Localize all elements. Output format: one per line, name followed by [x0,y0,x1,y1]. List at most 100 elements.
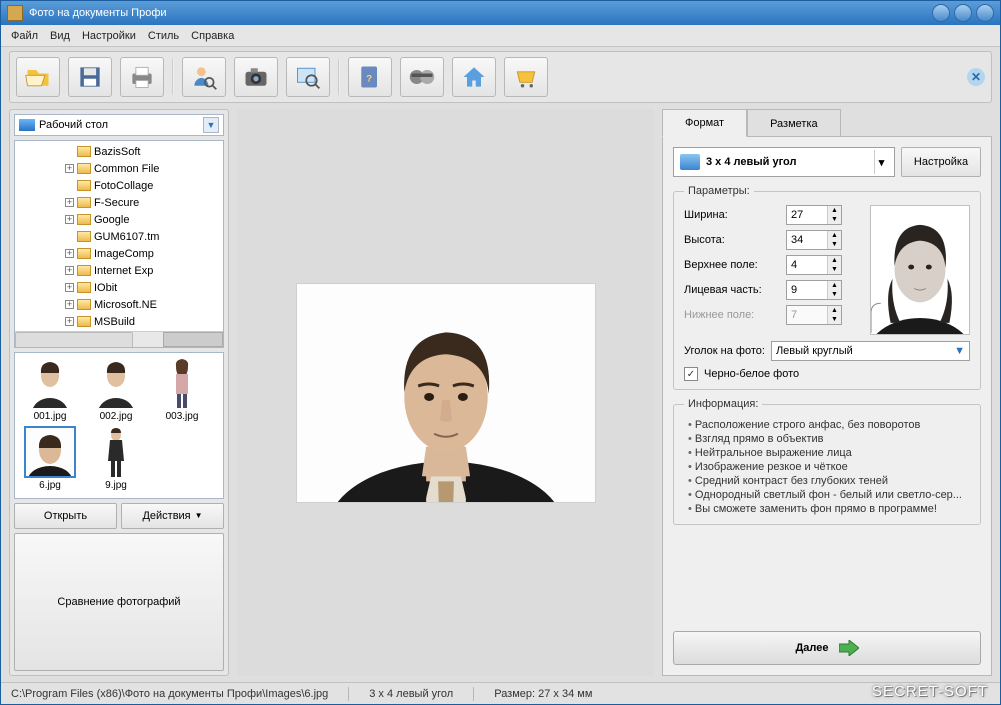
format-preview [870,205,970,335]
tree-item[interactable]: +Microsoft.NE [65,296,223,313]
bw-checkbox[interactable]: ✓ [684,367,698,381]
chevron-down-icon[interactable]: ▼ [203,117,219,133]
info-item: Изображение резкое и чёткое [688,460,970,474]
folder-icon [77,282,91,293]
location-label: Рабочий стол [39,119,108,131]
folder-icon [77,180,91,191]
format-selector[interactable]: 3 x 4 левый угол ▾ [673,147,895,177]
folder-icon [77,231,91,242]
toolbar-user-search[interactable] [182,57,226,97]
tab-layout[interactable]: Разметка [747,109,841,137]
folder-icon [77,214,91,225]
status-format: 3 x 4 левый угол [369,688,453,700]
menubar: Файл Вид Настройки Стиль Справка [1,25,1000,47]
menu-file[interactable]: Файл [11,30,38,42]
chevron-down-icon[interactable]: ▾ [874,150,888,174]
folder-icon [77,316,91,327]
watermark: SECRET-SOFT [872,683,988,700]
format-settings-button[interactable]: Настройка [901,147,981,177]
bottom-spinner: ▲▼ [786,305,842,325]
info-item: Нейтральное выражение лица [688,446,970,460]
corner-select[interactable]: Левый круглый ▼ [771,341,970,361]
status-path: C:\Program Files (x86)\Фото на документы… [11,688,328,700]
toolbar-open[interactable] [16,57,60,97]
info-item: Расположение строго анфас, без поворотов [688,418,970,432]
chevron-down-icon: ▼ [195,511,203,520]
thumbnail[interactable]: 6.jpg [19,426,81,491]
tree-item[interactable]: +MSBuild [65,313,223,330]
tree-item[interactable]: +Internet Exp [65,262,223,279]
status-size: Размер: 27 x 34 мм [494,688,592,700]
tabs: Формат Разметка [662,109,992,137]
thumbnail-grid: 001.jpg002.jpg003.jpg 6.jpg9.jpg [14,352,224,499]
params-fieldset: Параметры: Ширина:▲▼ Высота:▲▼ Верхнее п… [673,185,981,390]
right-panel: Формат Разметка 3 x 4 левый угол ▾ Настр… [662,109,992,676]
compare-button[interactable]: Сравнение фотографий [14,533,224,672]
close-button[interactable] [976,4,994,22]
app-icon [7,5,23,21]
actions-button[interactable]: Действия▼ [121,503,224,529]
next-button[interactable]: Далее [673,631,981,665]
thumbnail[interactable]: 001.jpg [19,357,81,422]
tree-item[interactable]: +F-Secure [65,194,223,211]
info-list: Расположение строго анфас, без поворотов… [684,418,970,516]
folder-icon [77,163,91,174]
toolbar-home[interactable] [452,57,496,97]
menu-settings[interactable]: Настройки [82,30,136,42]
folder-tree[interactable]: BazisSoft+Common FileFotoCollage+F-Secur… [14,140,224,348]
info-item: Средний контраст без глубоких теней [688,474,970,488]
toolbar-save[interactable] [68,57,112,97]
window-title: Фото на документы Профи [29,7,167,19]
tree-item[interactable]: GUM6107.tm [65,228,223,245]
info-item: Вы сможете заменить фон прямо в программ… [688,502,970,516]
topmargin-spinner[interactable]: ▲▼ [786,255,842,275]
tree-item[interactable]: +IObit [65,279,223,296]
face-spinner[interactable]: ▲▼ [786,280,842,300]
svg-text:?: ? [366,73,372,84]
desktop-icon [19,119,35,131]
thumbnail[interactable]: 9.jpg [85,426,147,491]
folder-icon [77,248,91,259]
thumbnail[interactable]: 003.jpg [151,357,213,422]
toolbar-print[interactable] [120,57,164,97]
open-button[interactable]: Открыть [14,503,117,529]
folder-icon [77,146,91,157]
format-icon [680,154,700,170]
left-panel: Рабочий стол ▼ BazisSoft+Common FileFoto… [9,109,229,676]
tree-item[interactable]: +ImageComp [65,245,223,262]
folder-icon [77,299,91,310]
tab-format[interactable]: Формат [662,109,747,137]
toolbar-zoom[interactable] [286,57,330,97]
height-spinner[interactable]: ▲▼ [786,230,842,250]
folder-icon [77,265,91,276]
tree-item[interactable]: +Google [65,211,223,228]
tree-item[interactable]: +Common File [65,160,223,177]
minimize-button[interactable] [932,4,950,22]
toolbar: ? ✕ [9,51,992,103]
main-photo[interactable] [296,283,596,503]
toolbar-cart[interactable] [504,57,548,97]
maximize-button[interactable] [954,4,972,22]
location-combo[interactable]: Рабочий стол ▼ [14,114,224,136]
info-fieldset: Информация: Расположение строго анфас, б… [673,398,981,525]
tree-item[interactable]: FotoCollage [65,177,223,194]
toolbar-video[interactable] [400,57,444,97]
info-item: Однородный светлый фон - белый или светл… [688,488,970,502]
info-item: Взгляд прямо в объектив [688,432,970,446]
chevron-down-icon: ▼ [954,345,965,357]
width-spinner[interactable]: ▲▼ [786,205,842,225]
app-window: Фото на документы Профи Файл Вид Настрой… [0,0,1001,705]
toolbar-camera[interactable] [234,57,278,97]
thumbnail[interactable]: 002.jpg [85,357,147,422]
tree-scrollbar[interactable] [15,331,223,347]
menu-view[interactable]: Вид [50,30,70,42]
titlebar[interactable]: Фото на документы Профи [1,1,1000,25]
menu-help[interactable]: Справка [191,30,234,42]
folder-icon [77,197,91,208]
center-preview [237,109,654,676]
menu-style[interactable]: Стиль [148,30,179,42]
tree-item[interactable]: BazisSoft [65,143,223,160]
toolbar-help[interactable]: ? [348,57,392,97]
toolbar-collapse-icon[interactable]: ✕ [967,68,985,86]
arrow-right-icon [839,640,859,656]
